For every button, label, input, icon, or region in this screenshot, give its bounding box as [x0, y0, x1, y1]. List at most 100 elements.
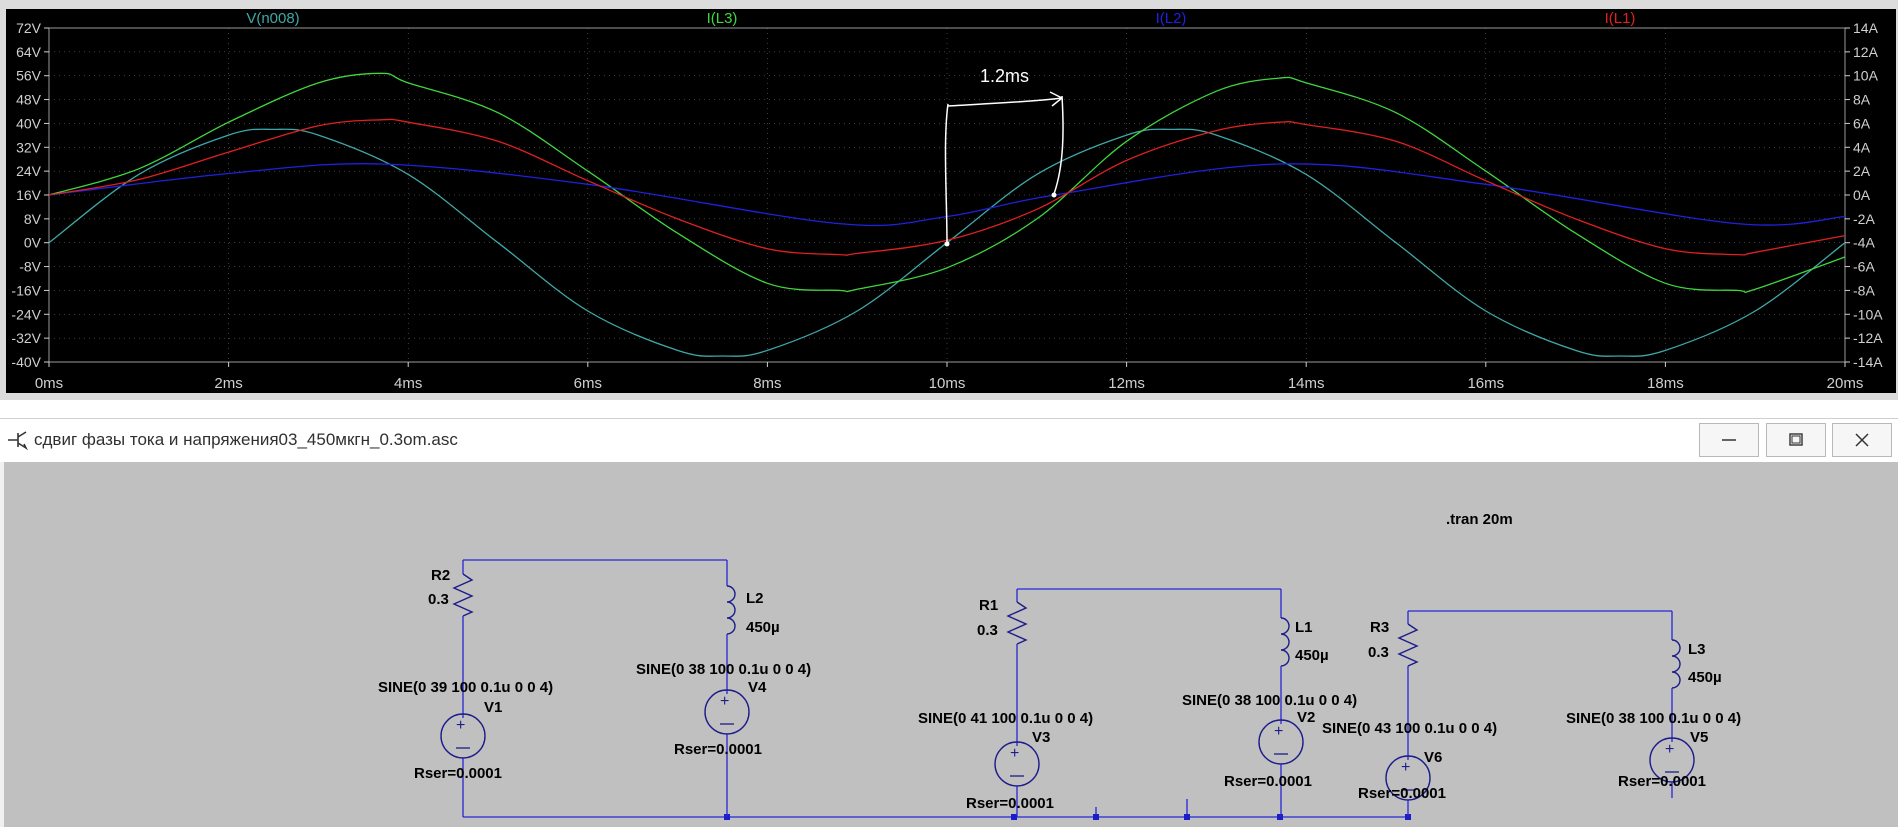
v1-spec[interactable]: SINE(0 39 100 0.1u 0 0 4): [378, 679, 553, 696]
right-tick-label: 10A: [1853, 68, 1879, 84]
v5-spec[interactable]: SINE(0 38 100 0.1u 0 0 4): [1566, 710, 1741, 727]
resistor-r1-symbol[interactable]: [1006, 601, 1028, 645]
x-tick-label: 4ms: [394, 375, 422, 392]
right-tick-label: 4A: [1853, 139, 1871, 155]
x-tick-label: 2ms: [214, 375, 242, 392]
left-tick-label: -32V: [11, 330, 41, 346]
right-tick-label: -2A: [1853, 211, 1875, 227]
v4-name[interactable]: V4: [748, 679, 767, 696]
left-tick-label: 24V: [16, 163, 42, 179]
right-tick-label: -10A: [1853, 306, 1883, 322]
x-tick-label: 10ms: [929, 375, 966, 392]
resistor-r3-symbol[interactable]: [1397, 623, 1419, 667]
waveform-chart[interactable]: V(n008) I(L3) I(L2) I(L1) 72V 64V 56V 48V 40V 32…: [0, 0, 1898, 400]
v1-name[interactable]: V1: [484, 699, 502, 716]
right-tick-label: -4A: [1853, 235, 1875, 251]
v4-spec[interactable]: SINE(0 38 100 0.1u 0 0 4): [636, 661, 811, 678]
junction-dot: [1184, 814, 1190, 820]
inductor-l3-symbol[interactable]: [1671, 639, 1681, 689]
v6-rser[interactable]: Rser=0.0001: [1358, 785, 1446, 802]
schematic-window[interactable]: сдвиг фазы тока и напряжения03_450мкгн_0…: [0, 418, 1898, 827]
l3-name[interactable]: L3: [1688, 641, 1706, 658]
left-tick-label: 16V: [16, 187, 42, 203]
schematic-app-icon: [8, 431, 28, 451]
l2-value[interactable]: 450µ: [746, 619, 780, 636]
right-tick-label: 12A: [1853, 44, 1879, 60]
right-tick-label: -8A: [1853, 282, 1875, 298]
schematic-canvas[interactable]: .tran 20m + + R2 0.3 L2 450µ SINE(0 39 1…: [4, 462, 1898, 827]
schematic-title: сдвиг фазы тока и напряжения03_450мкгн_0…: [34, 430, 458, 449]
v1-rser[interactable]: Rser=0.0001: [414, 765, 502, 782]
l1-value[interactable]: 450µ: [1295, 647, 1329, 664]
legend-label[interactable]: V(n008): [246, 10, 299, 27]
svg-text:+: +: [456, 717, 465, 734]
cursor-marker: [1051, 192, 1057, 198]
right-tick-label: 14A: [1853, 20, 1879, 36]
svg-text:+: +: [1665, 741, 1674, 758]
r2-value[interactable]: 0.3: [428, 591, 449, 608]
left-tick-label: -16V: [11, 282, 41, 298]
v3-rser[interactable]: Rser=0.0001: [966, 795, 1054, 812]
legend-label[interactable]: I(L2): [1156, 10, 1187, 27]
minimize-icon: [1722, 439, 1736, 441]
v2-name[interactable]: V2: [1297, 709, 1315, 726]
right-tick-label: -12A: [1853, 330, 1883, 346]
r2-name[interactable]: R2: [431, 567, 450, 584]
legend-label[interactable]: I(L3): [707, 10, 738, 27]
l3-value[interactable]: 450µ: [1688, 669, 1722, 686]
v3-spec[interactable]: SINE(0 41 100 0.1u 0 0 4): [918, 710, 1093, 727]
cursor-marker: [944, 241, 950, 247]
tran-directive[interactable]: .tran 20m: [1446, 511, 1513, 528]
right-tick-label: -6A: [1853, 259, 1875, 275]
close-button[interactable]: [1832, 423, 1892, 457]
x-tick-label: 12ms: [1108, 375, 1145, 392]
v2-spec[interactable]: SINE(0 38 100 0.1u 0 0 4): [1182, 692, 1357, 709]
r3-value[interactable]: 0.3: [1368, 644, 1389, 661]
resistor-r2-symbol[interactable]: [452, 573, 474, 617]
x-tick-label: 6ms: [574, 375, 602, 392]
l1-name[interactable]: L1: [1295, 619, 1313, 636]
v6-name[interactable]: V6: [1424, 749, 1442, 766]
maximize-icon: [1789, 433, 1803, 446]
v6-spec[interactable]: SINE(0 43 100 0.1u 0 0 4): [1322, 720, 1497, 737]
junction-dot: [1277, 814, 1283, 820]
waveform-plot-pane[interactable]: V(n008) I(L3) I(L2) I(L1) 72V 64V 56V 48V 40V 32…: [0, 0, 1898, 400]
schematic-titlebar[interactable]: сдвиг фазы тока и напряжения03_450мкгн_0…: [0, 418, 1898, 462]
left-tick-label: 56V: [16, 68, 42, 84]
left-tick-label: -8V: [19, 259, 41, 275]
junction-dot: [1011, 814, 1017, 820]
v5-name[interactable]: V5: [1690, 729, 1708, 746]
svg-text:+: +: [720, 693, 729, 710]
v3-name[interactable]: V3: [1032, 729, 1050, 746]
left-tick-label: 48V: [16, 92, 42, 108]
legend-label[interactable]: I(L1): [1605, 10, 1636, 27]
junction-dot: [1093, 814, 1099, 820]
r1-value[interactable]: 0.3: [977, 622, 998, 639]
v2-rser[interactable]: Rser=0.0001: [1224, 773, 1312, 790]
svg-text:+: +: [1010, 745, 1019, 762]
maximize-button[interactable]: [1766, 423, 1826, 457]
left-tick-label: 32V: [16, 139, 42, 155]
l2-name[interactable]: L2: [746, 590, 764, 607]
schematic-drawing[interactable]: .tran 20m + + R2 0.3 L2 450µ SINE(0 39 1…: [4, 462, 1898, 827]
inductor-l2-symbol[interactable]: [726, 585, 736, 635]
r1-name[interactable]: R1: [979, 597, 998, 614]
annotation-label: 1.2ms: [980, 66, 1029, 86]
minimize-button[interactable]: [1699, 423, 1759, 457]
x-tick-label: 0ms: [35, 375, 63, 392]
x-tick-label: 16ms: [1467, 375, 1504, 392]
right-tick-label: 2A: [1853, 163, 1871, 179]
v4-rser[interactable]: Rser=0.0001: [674, 741, 762, 758]
inductor-l1-symbol[interactable]: [1280, 617, 1290, 667]
left-tick-label: -24V: [11, 306, 41, 322]
svg-text:+: +: [1401, 759, 1410, 776]
svg-text:+: +: [1274, 723, 1283, 740]
right-tick-label: 8A: [1853, 92, 1871, 108]
left-tick-label: 64V: [16, 44, 42, 60]
x-tick-label: 14ms: [1288, 375, 1325, 392]
close-icon: [1855, 433, 1869, 447]
r3-name[interactable]: R3: [1370, 619, 1389, 636]
v5-rser[interactable]: Rser=0.0001: [1618, 773, 1706, 790]
x-tick-label: 20ms: [1827, 375, 1864, 392]
right-tick-label: -14A: [1853, 354, 1883, 370]
